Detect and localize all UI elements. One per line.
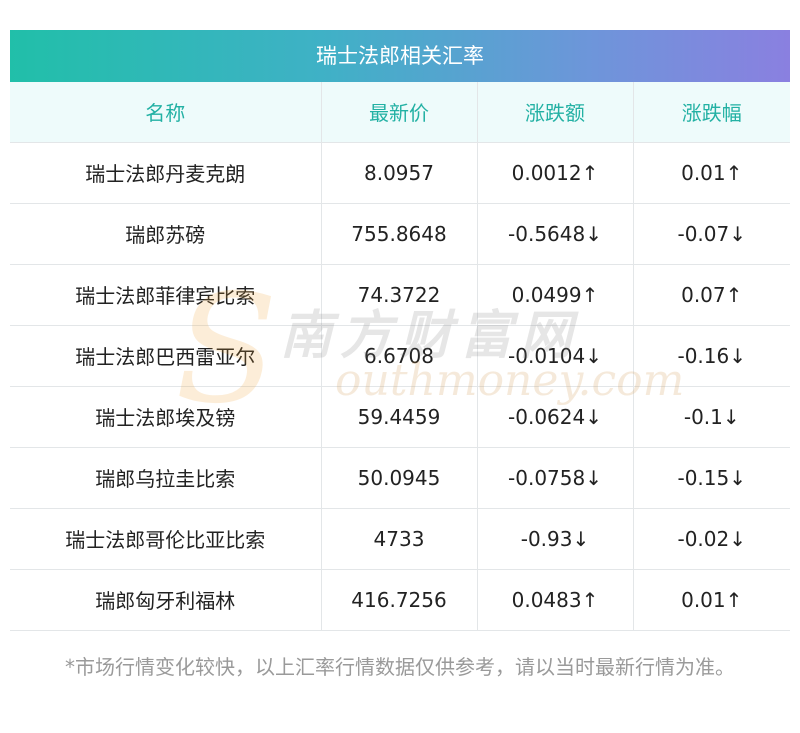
change-amount: 0.0012↑	[477, 142, 634, 203]
table-row: 瑞士法郎菲律宾比索 74.3722 0.0499↑ 0.07↑	[10, 264, 790, 325]
currency-name: 瑞郎乌拉圭比索	[10, 447, 322, 508]
latest-price: 4733	[321, 508, 478, 569]
change-percent: -0.1↓	[683, 404, 740, 429]
latest-price: 50.0945	[321, 447, 478, 508]
change-percent: -0.16↓	[677, 343, 746, 368]
currency-name: 瑞郎苏磅	[10, 203, 322, 264]
latest-price: 8.0957	[321, 142, 478, 203]
change-percent: 0.01↑	[681, 160, 743, 185]
currency-name: 瑞郎匈牙利福林	[10, 569, 322, 630]
change-percent: 0.01↑	[681, 587, 743, 612]
currency-name: 瑞士法郎巴西雷亚尔	[10, 325, 322, 386]
page: 瑞士法郎相关汇率 名称 最新价 涨跌额 涨跌幅 瑞士法郎丹麦克朗 8.0957 …	[0, 0, 800, 733]
latest-price: 6.6708	[321, 325, 478, 386]
change-amount: -0.0758↓	[477, 447, 634, 508]
column-header-price: 最新价	[321, 82, 478, 142]
currency-name: 瑞士法郎菲律宾比索	[10, 264, 322, 325]
column-header-change-pct: 涨跌幅	[681, 101, 742, 126]
change-amount: -0.93↓	[477, 508, 634, 569]
latest-price: 74.3722	[321, 264, 478, 325]
table-row: 瑞郎乌拉圭比索 50.0945 -0.0758↓ -0.15↓	[10, 447, 790, 508]
table-row: 瑞郎匈牙利福林 416.7256 0.0483↑ 0.01↑	[10, 569, 790, 630]
latest-price: 755.8648	[321, 203, 478, 264]
currency-name: 瑞士法郎埃及镑	[10, 386, 322, 447]
table-row: 瑞士法郎巴西雷亚尔 6.6708 -0.0104↓ -0.16↓	[10, 325, 790, 386]
rates-table: 名称 最新价 涨跌额 涨跌幅 瑞士法郎丹麦克朗 8.0957 0.0012↑ 0…	[10, 82, 790, 631]
currency-name: 瑞士法郎丹麦克朗	[10, 142, 322, 203]
disclaimer-note: *市场行情变化较快，以上汇率行情数据仅供参考，请以当时最新行情为准。	[65, 655, 735, 679]
table-row: 瑞士法郎哥伦比亚比索 4733 -0.93↓ -0.02↓	[10, 508, 790, 569]
change-percent: -0.02↓	[677, 526, 746, 551]
change-amount: 0.0483↑	[477, 569, 634, 630]
table-title: 瑞士法郎相关汇率	[10, 30, 790, 82]
change-percent: -0.07↓	[677, 221, 746, 246]
table-row: 瑞郎苏磅 755.8648 -0.5648↓ -0.07↓	[10, 203, 790, 264]
column-header-name: 名称	[10, 82, 322, 142]
column-header-change: 涨跌额	[477, 82, 634, 142]
change-percent: -0.15↓	[677, 465, 746, 490]
latest-price: 59.4459	[321, 386, 478, 447]
currency-name: 瑞士法郎哥伦比亚比索	[10, 508, 322, 569]
change-amount: -0.0104↓	[477, 325, 634, 386]
table-header-row: 名称 最新价 涨跌额 涨跌幅	[10, 82, 790, 142]
change-amount: -0.5648↓	[477, 203, 634, 264]
change-amount: -0.0624↓	[477, 386, 634, 447]
change-percent: 0.07↑	[681, 282, 743, 307]
latest-price: 416.7256	[321, 569, 478, 630]
change-amount: 0.0499↑	[477, 264, 634, 325]
table-row: 瑞士法郎埃及镑 59.4459 -0.0624↓ -0.1↓	[10, 386, 790, 447]
table-row: 瑞士法郎丹麦克朗 8.0957 0.0012↑ 0.01↑	[10, 142, 790, 203]
